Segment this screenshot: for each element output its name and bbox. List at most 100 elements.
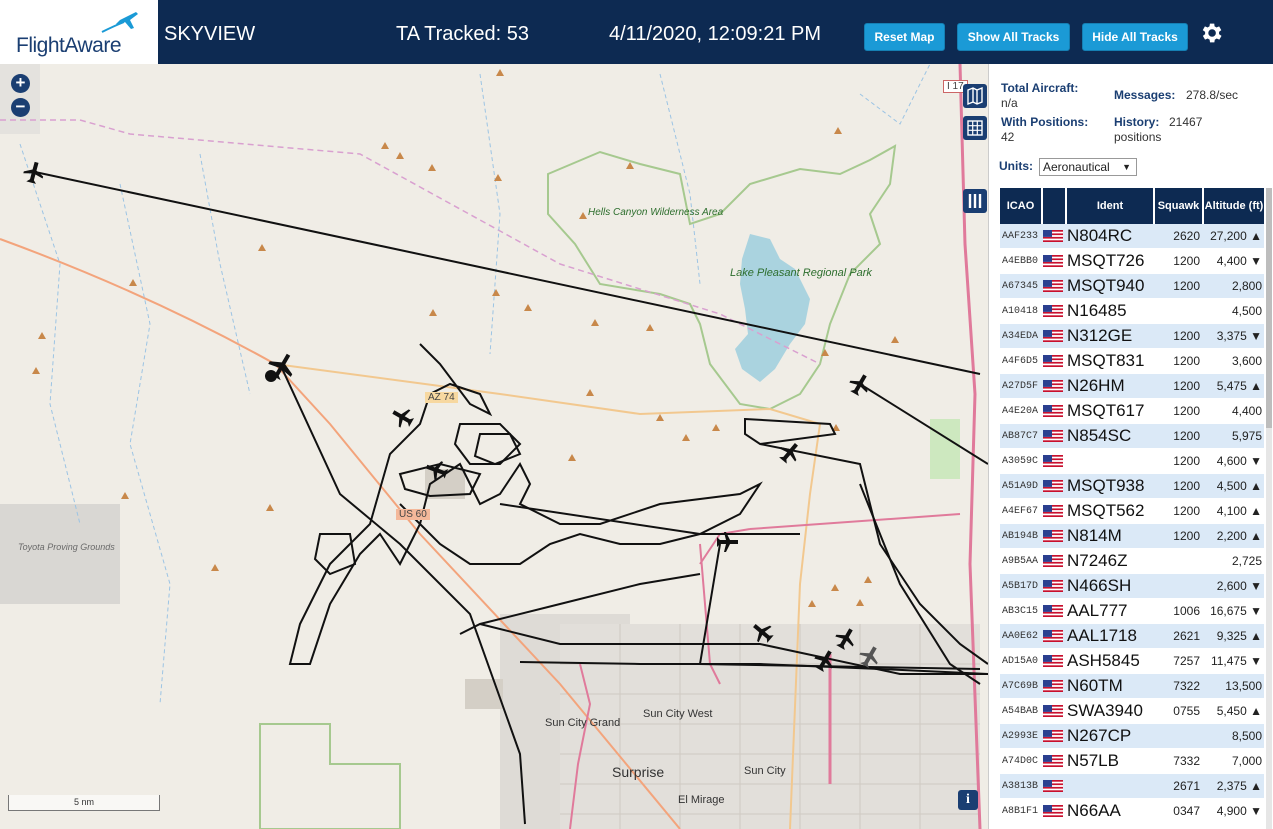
zoom-out-button[interactable]: − bbox=[11, 98, 30, 117]
cell-altitude: 2,725 bbox=[1231, 554, 1262, 568]
cell-ident: AAL777 bbox=[1067, 601, 1128, 620]
map-view[interactable]: Hells Canyon Wilderness Area Lake Pleasa… bbox=[0, 64, 988, 829]
col-icao[interactable]: ICAO bbox=[1000, 188, 1043, 224]
columns-toggle-button[interactable] bbox=[963, 189, 987, 213]
cell-icao: A10418 bbox=[1002, 305, 1039, 317]
with-positions-value: 42 bbox=[1001, 130, 1015, 144]
hide-all-tracks-button[interactable]: Hide All Tracks bbox=[1082, 23, 1188, 51]
messages-label: Messages: bbox=[1114, 88, 1176, 102]
cell-flag bbox=[1043, 405, 1067, 417]
cell-altitude: 5,450 ▲ bbox=[1216, 704, 1262, 718]
units-select[interactable]: Aeronautical ▼ bbox=[1039, 158, 1137, 176]
cell-altitude: 2,800 bbox=[1231, 279, 1262, 293]
table-row[interactable]: AAF233 N804RC 2620 27,200 ▲ bbox=[1000, 224, 1264, 249]
cell-flag bbox=[1043, 705, 1067, 717]
cell-ident: MSQT940 bbox=[1067, 276, 1145, 295]
cell-squawk: 7322 bbox=[1173, 679, 1200, 693]
cell-squawk: 1006 bbox=[1173, 604, 1200, 618]
town-area-2 bbox=[560, 624, 980, 829]
table-row[interactable]: AD15A0 ASH5845 7257 11,475 ▼ bbox=[1000, 649, 1264, 674]
cell-altitude: 5,475 ▲ bbox=[1216, 379, 1262, 393]
table-row[interactable]: A5B17D N466SH 2,600 ▼ bbox=[1000, 574, 1264, 599]
cell-ident: N57LB bbox=[1067, 751, 1119, 770]
cell-squawk: 1200 bbox=[1173, 504, 1200, 518]
table-row[interactable]: A74D0C N57LB 7332 7,000 bbox=[1000, 749, 1264, 774]
cell-flag bbox=[1043, 780, 1067, 792]
cell-flag bbox=[1043, 630, 1067, 642]
us-flag-icon bbox=[1043, 480, 1063, 492]
flightaware-logo[interactable]: FlightAware bbox=[0, 0, 160, 64]
info-button[interactable]: i bbox=[958, 790, 978, 810]
cell-ident: N267CP bbox=[1067, 726, 1132, 745]
show-all-tracks-button[interactable]: Show All Tracks bbox=[957, 23, 1070, 51]
cell-icao: A3059C bbox=[1002, 455, 1039, 467]
park-block bbox=[259, 723, 401, 829]
table-row[interactable]: A9B5AA N7246Z 2,725 bbox=[1000, 549, 1264, 574]
history-value: 21467 bbox=[1169, 115, 1203, 129]
cell-squawk: 1200 bbox=[1173, 479, 1200, 493]
cell-altitude: 5,975 bbox=[1231, 429, 1262, 443]
table-row[interactable]: A10418 N16485 4,500 bbox=[1000, 299, 1264, 324]
grid-toggle-button[interactable] bbox=[963, 116, 987, 140]
table-row[interactable]: AB194B N814M 1200 2,200 ▲ bbox=[1000, 524, 1264, 549]
top-bar: FlightAware SKYVIEW TA Tracked: 53 4/11/… bbox=[0, 0, 1273, 64]
cell-altitude: 4,900 ▼ bbox=[1216, 804, 1262, 818]
us-flag-icon bbox=[1043, 255, 1063, 267]
cell-flag bbox=[1043, 455, 1067, 467]
table-row[interactable]: A3813B 2671 2,375 ▲ bbox=[1000, 774, 1264, 799]
cell-squawk: 1200 bbox=[1173, 329, 1200, 343]
table-row[interactable]: A51A9D MSQT938 1200 4,500 ▲ bbox=[1000, 474, 1264, 499]
map-layers-button[interactable] bbox=[963, 84, 987, 108]
cell-altitude: 4,600 ▼ bbox=[1216, 454, 1262, 468]
table-row[interactable]: AA0E62 AAL1718 2621 9,325 ▲ bbox=[1000, 624, 1264, 649]
cell-altitude: 3,375 ▼ bbox=[1216, 329, 1262, 343]
cell-icao: AD15A0 bbox=[1002, 655, 1039, 667]
zoom-in-button[interactable]: + bbox=[11, 74, 30, 93]
label-sun-city-west: Sun City West bbox=[643, 708, 713, 720]
cell-icao: A51A9D bbox=[1002, 480, 1039, 492]
table-row[interactable]: A8B1F1 N66AA 0347 4,900 ▼ bbox=[1000, 799, 1264, 824]
reset-map-button[interactable]: Reset Map bbox=[864, 23, 945, 51]
cell-altitude: 4,100 ▲ bbox=[1216, 504, 1262, 518]
cell-icao: AA0E62 bbox=[1002, 630, 1039, 642]
streams bbox=[19, 64, 931, 705]
label-lake-pleasant: Lake Pleasant Regional Park bbox=[730, 267, 872, 279]
cell-flag bbox=[1043, 755, 1067, 767]
table-row[interactable]: A67345 MSQT940 1200 2,800 bbox=[1000, 274, 1264, 299]
col-ident[interactable]: Ident bbox=[1067, 188, 1155, 224]
us-flag-icon bbox=[1043, 305, 1063, 317]
cell-ident: N466SH bbox=[1067, 576, 1132, 595]
table-row[interactable]: A7C69B N60TM 7322 13,500 bbox=[1000, 674, 1264, 699]
cell-icao: A27D5F bbox=[1002, 380, 1039, 392]
cell-flag bbox=[1043, 505, 1067, 517]
chevron-down-icon: ▼ bbox=[1122, 162, 1131, 172]
col-flag bbox=[1043, 188, 1067, 224]
cell-ident: ASH5845 bbox=[1067, 651, 1140, 670]
cell-squawk: 7257 bbox=[1173, 654, 1200, 668]
gear-icon[interactable] bbox=[1198, 20, 1224, 46]
table-row[interactable]: A3059C 1200 4,600 ▼ bbox=[1000, 449, 1264, 474]
table-scroll-thumb[interactable] bbox=[1266, 188, 1272, 428]
cell-altitude: 2,600 ▼ bbox=[1216, 579, 1262, 593]
cell-flag bbox=[1043, 655, 1067, 667]
col-altitude[interactable]: Altitude (ft) bbox=[1204, 188, 1264, 224]
cell-icao: A2993E bbox=[1002, 730, 1039, 742]
table-row[interactable]: A4F6D5 MSQT831 1200 3,600 bbox=[1000, 349, 1264, 374]
map-icon bbox=[967, 86, 983, 106]
col-squawk[interactable]: Squawk bbox=[1155, 188, 1204, 224]
table-row[interactable]: A54BAB SWA3940 0755 5,450 ▲ bbox=[1000, 699, 1264, 724]
cell-ident: MSQT562 bbox=[1067, 501, 1145, 520]
table-row[interactable]: A4EF67 MSQT562 1200 4,100 ▲ bbox=[1000, 499, 1264, 524]
table-row[interactable]: A34EDA N312GE 1200 3,375 ▼ bbox=[1000, 324, 1264, 349]
table-row[interactable]: A4E20A MSQT617 1200 4,400 bbox=[1000, 399, 1264, 424]
cell-ident: N26HM bbox=[1067, 376, 1125, 395]
map-canvas[interactable] bbox=[0, 64, 988, 829]
table-row[interactable]: A27D5F N26HM 1200 5,475 ▲ bbox=[1000, 374, 1264, 399]
table-row[interactable]: AB87C7 N854SC 1200 5,975 bbox=[1000, 424, 1264, 449]
cell-altitude: 4,400 ▼ bbox=[1216, 254, 1262, 268]
cell-ident: SWA3940 bbox=[1067, 701, 1143, 720]
cell-flag bbox=[1043, 730, 1067, 742]
table-row[interactable]: A2993E N267CP 8,500 bbox=[1000, 724, 1264, 749]
table-row[interactable]: AB3C15 AAL777 1006 16,675 ▼ bbox=[1000, 599, 1264, 624]
table-row[interactable]: A4EBB0 MSQT726 1200 4,400 ▼ bbox=[1000, 249, 1264, 274]
